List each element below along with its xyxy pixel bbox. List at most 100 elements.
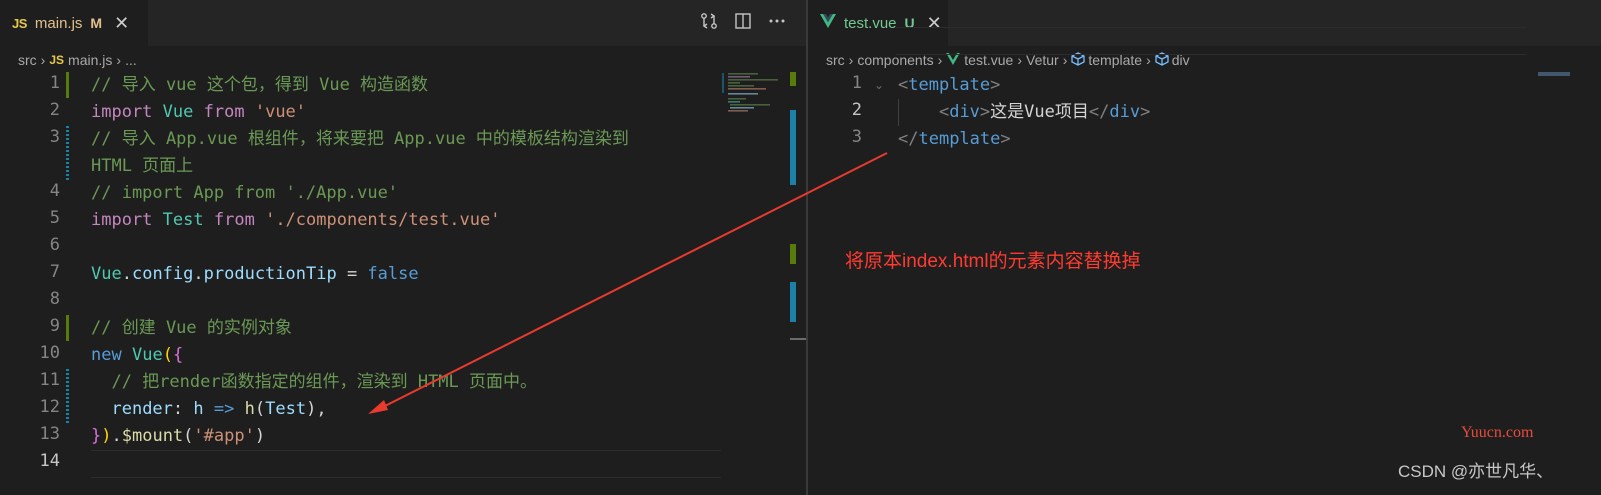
vertical-scrollbar[interactable] [790, 72, 806, 495]
code-token: . [121, 264, 132, 284]
code-token: . [111, 426, 122, 446]
code-token: h [244, 399, 255, 419]
code-token: </ [898, 129, 919, 149]
code-token: ( [254, 399, 266, 419]
code-token: . [193, 264, 204, 284]
line-number: 4 [49, 181, 60, 201]
code-token: template [918, 129, 1001, 149]
code-token: > [990, 75, 1001, 95]
breadcrumb-folder[interactable]: src [826, 52, 845, 68]
code-token: import [91, 210, 153, 230]
code-token: > [1140, 102, 1151, 122]
code-token: // 导入 vue 这个包，得到 Vue 构造函数 [91, 75, 429, 95]
open-changes-icon[interactable] [700, 12, 718, 35]
code-line: import Vue from 'vue' [91, 99, 306, 126]
code-token: div [1109, 102, 1141, 122]
watermark-site: Yuucn.com [1461, 424, 1534, 441]
line-number: 7 [49, 262, 60, 282]
code-line: <div>这是Vue项目</div> [898, 99, 1150, 126]
line-number: 3 [49, 127, 60, 147]
left-tab-bar: JS main.js M ✕ [0, 0, 806, 46]
current-line-highlight [91, 450, 721, 478]
code-token: template [908, 75, 991, 95]
code-token: } [91, 426, 102, 446]
tab-main-js[interactable]: JS main.js M ✕ [0, 0, 148, 46]
split-editor-icon[interactable] [734, 12, 752, 35]
git-added-marker [66, 72, 69, 98]
code-token: false [367, 264, 419, 284]
code-token: 'vue' [254, 102, 307, 122]
breadcrumb-folder[interactable]: src [18, 52, 37, 68]
code-token: // import App from './App.vue' [91, 183, 399, 203]
code-token: </ [1088, 102, 1110, 122]
left-editor-group: JS main.js M ✕ src › JS main.js › ... 1 … [0, 0, 806, 495]
code-line: // 创建 Vue 的实例对象 [91, 315, 292, 342]
code-token: ( [183, 426, 194, 446]
line-number: 2 [851, 100, 862, 120]
minimap[interactable] [722, 72, 790, 112]
line-number: 9 [49, 316, 60, 336]
code-token: ), [306, 399, 327, 419]
line-number: 13 [39, 424, 60, 444]
code-line: // 导入 vue 这个包，得到 Vue 构造函数 [91, 72, 428, 99]
editor-actions [700, 12, 786, 35]
modified-badge: M [90, 15, 103, 31]
code-token: ) [101, 426, 112, 446]
more-actions-icon[interactable] [768, 12, 786, 35]
code-token: import [91, 102, 153, 122]
code-line: // 导入 App.vue 根组件，将来要把 App.vue 中的模板结构渲染到 [91, 126, 629, 153]
breadcrumb-file[interactable]: main.js [68, 52, 112, 68]
code-line: // import App from './App.vue' [91, 180, 398, 207]
code-line: }).$mount('#app') [91, 423, 265, 450]
code-token: // 把render函数指定的组件，渲染到 HTML 页面中。 [111, 372, 538, 392]
code-token: config [131, 264, 194, 284]
code-token: './components/test.vue' [265, 210, 501, 230]
breadcrumb-more[interactable]: ... [125, 52, 137, 68]
code-line: // 把render函数指定的组件，渲染到 HTML 页面中。 [91, 369, 537, 396]
code-token: { [172, 345, 184, 365]
code-token: Vue [91, 264, 122, 284]
code-token: ) [254, 426, 266, 446]
code-token: new [91, 345, 122, 365]
minimap[interactable] [1538, 72, 1570, 76]
code-token: Test [162, 210, 204, 230]
code-token: 这是Vue项目 [990, 102, 1089, 122]
line-number: 12 [39, 397, 60, 417]
code-line: HTML 页面上 [91, 153, 193, 180]
code-token: = [336, 264, 368, 284]
line-number: 2 [49, 100, 60, 120]
git-modified-marker [66, 369, 69, 423]
git-modified-marker [66, 126, 69, 180]
code-token: from [213, 210, 255, 230]
code-token: ( [162, 345, 173, 365]
code-line: render: h => h(Test), [91, 396, 327, 423]
code-token: Test [265, 399, 307, 419]
code-token: $mount [121, 426, 184, 446]
line-number: 5 [49, 208, 60, 228]
fold-chevron-icon[interactable]: ⌄ [874, 78, 884, 92]
code-token: < [898, 75, 909, 95]
tab-label: test.vue [844, 14, 897, 32]
code-token: Vue [162, 102, 194, 122]
close-icon[interactable]: ✕ [114, 13, 129, 34]
code-token: '#app' [193, 426, 255, 446]
code-token: // 创建 Vue 的实例对象 [91, 318, 292, 338]
annotation-text: 将原本index.html的元素内容替换掉 [845, 251, 1141, 272]
line-number: 10 [39, 343, 60, 363]
code-editor[interactable]: 1 2 3 4 5 6 7 8 9 10 11 12 13 14 // 导入 vue 这个包，得到 Vue… [0, 72, 806, 495]
js-file-icon: JS [12, 15, 27, 31]
chevron-right-icon: › [116, 52, 122, 68]
code-line: new Vue({ [91, 342, 183, 369]
chevron-right-icon: › [40, 52, 46, 68]
line-number: 14 [39, 451, 60, 471]
code-token: => [213, 399, 235, 419]
current-line-highlight [896, 27, 1526, 55]
